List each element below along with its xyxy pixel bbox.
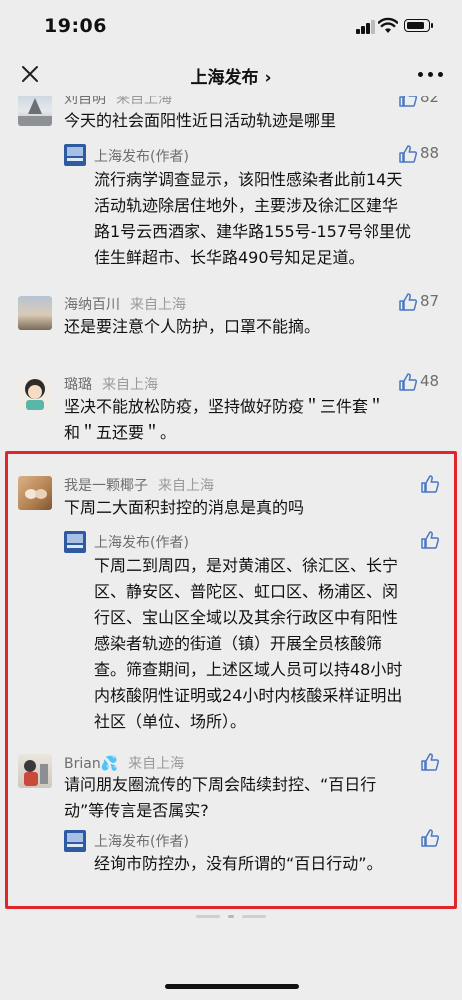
reply-line: 佳生鲜超市、长华路490号知足足道。 [94,248,365,267]
thumbs-up-icon [399,145,418,163]
comment-author[interactable]: 海纳百川 [64,297,120,313]
comment-origin: 来自上海 [130,297,186,313]
avatar [18,376,52,410]
comment-text: 今天的社会面阳性近日活动轨迹是哪里 [64,111,337,130]
reply-line: 活动轨迹除居住地外，主要涉及徐汇区建华 [94,196,399,215]
official-account-logo [64,144,86,166]
wifi-icon [378,17,398,33]
reply-author[interactable]: 上海发布(作者) [94,146,189,166]
comment-item: 海纳百川 来自上海 87 还是要注意个人防护，口罩不能摘。 [0,292,462,352]
like-button[interactable]: 48 [398,372,452,392]
comment-item: 璐璐 来自上海 48 坚决不能放松防疫，坚持做好防疫＂三件套＂ 和＂五还要＂。 [0,372,462,452]
like-count: 88 [420,144,440,162]
page-indicator [0,912,462,922]
comment-text: 坚决不能放松防疫，坚持做好防疫＂三件套＂ 和＂五还要＂。 [64,394,444,446]
comment-author-line: 海纳百川 来自上海 [64,294,186,314]
thumbs-up-icon [399,373,418,391]
comment-author[interactable]: 璐璐 [64,377,92,393]
reply-text: 流行病学调查显示，该阳性感染者此前14天 活动轨迹除居住地外，主要涉及徐汇区建华… [94,167,448,271]
highlight-frame [5,451,457,909]
nav-bar: 上海发布 › [0,50,462,100]
home-indicator[interactable] [165,984,299,989]
comment-line: 和＂五还要＂。 [64,423,177,442]
reply-line: 路1号云西酒家、建华路155号-157号邻里优 [94,222,412,241]
like-count: 87 [420,292,440,310]
comment-item: 刘自明 来自上海 82 今天的社会面阳性近日活动轨迹是哪里 上海发布(作者) 88… [0,96,462,278]
battery-icon [404,19,433,32]
comment-text: 还是要注意个人防护，口罩不能摘。 [64,317,321,336]
thumbs-up-icon [399,96,418,107]
comment-origin: 来自上海 [116,96,172,107]
more-options-icon[interactable] [418,72,444,78]
comment-origin: 来自上海 [102,377,158,393]
thumbs-up-icon [399,293,418,311]
battery-level [406,21,424,29]
cellular-signal-icon [356,20,376,34]
comment-author-line: 璐璐 来自上海 [64,374,158,394]
comment-author[interactable]: 刘自明 [64,96,106,107]
like-button[interactable]: 88 [398,144,452,164]
like-count: 48 [420,372,440,390]
avatar [18,96,52,126]
like-button[interactable]: 82 [398,96,452,108]
page-title[interactable]: 上海发布 › [0,63,462,88]
avatar [18,296,52,330]
like-count: 82 [420,96,440,106]
status-time: 19:06 [44,15,107,37]
like-button[interactable]: 87 [398,292,452,312]
status-bar: 19:06 [0,0,462,50]
comment-line: 坚决不能放松防疫，坚持做好防疫＂三件套＂ [64,397,385,416]
comment-author-line: 刘自明 来自上海 [64,96,172,108]
reply-line: 流行病学调查显示，该阳性感染者此前14天 [94,170,403,189]
